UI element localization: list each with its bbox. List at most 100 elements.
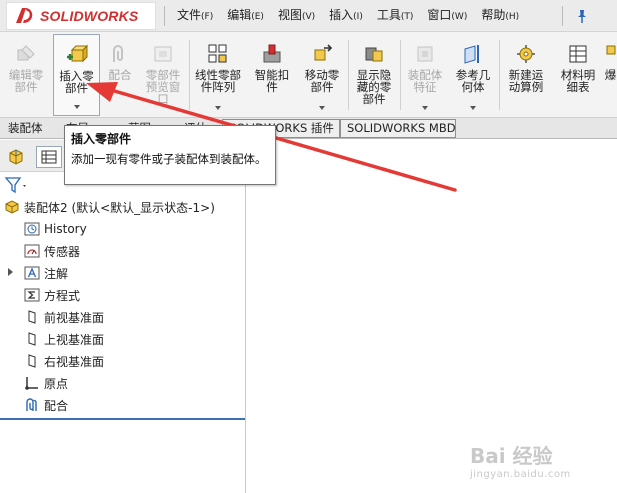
reference-geometry-button[interactable]: 参考几 何体 xyxy=(450,34,496,116)
assembly-features-button[interactable]: 装配体 特征 xyxy=(402,34,448,116)
chevron-down-icon[interactable] xyxy=(422,106,428,110)
watermark: Bai 经验 jingyan.baidu.com xyxy=(470,440,610,485)
tree-item-label: 原点 xyxy=(44,376,69,391)
ribbon-divider xyxy=(499,40,500,110)
ribbon-label: 配合 xyxy=(108,68,132,82)
ribbon-label: 零部件 预览窗 口 xyxy=(145,68,181,106)
new-motion-study-button[interactable]: 新建运 动算例 xyxy=(501,34,551,116)
tree-item-label: 方程式 xyxy=(44,288,81,303)
tree-item-label: History xyxy=(44,222,87,236)
property-manager-tab[interactable] xyxy=(36,146,62,168)
ribbon-divider xyxy=(348,40,349,110)
tab-assembly[interactable]: 装配体 xyxy=(2,119,49,138)
motion-study-icon xyxy=(517,45,535,63)
menu-view[interactable]: 视图(V) xyxy=(271,0,322,33)
menu-edit[interactable]: 编辑(E) xyxy=(220,0,271,33)
watermark-text: Bai 经验 xyxy=(470,444,553,468)
history-icon xyxy=(24,222,40,236)
menu-divider xyxy=(562,6,563,26)
menu-label: 插入 xyxy=(329,8,354,22)
move-component-icon xyxy=(314,44,333,61)
ribbon-label: 智能扣 件 xyxy=(254,68,290,94)
linear-pattern-icon xyxy=(208,44,227,63)
annotation-icon xyxy=(24,266,40,280)
mate-button[interactable]: 配合 xyxy=(103,34,137,116)
show-hidden-components-button[interactable]: 显示隐 藏的零 部件 xyxy=(350,34,398,116)
chevron-down-icon[interactable] xyxy=(215,106,221,110)
tree-item-label: 注解 xyxy=(44,266,69,281)
tree-item-label: 传感器 xyxy=(44,244,81,259)
feature-manager-tab[interactable] xyxy=(4,146,30,168)
exploded-view-button[interactable]: 爆 xyxy=(604,34,617,116)
move-component-button[interactable]: 移动零 部件 xyxy=(298,34,346,116)
chevron-down-icon[interactable] xyxy=(470,106,476,110)
tab-solidworks-mbd[interactable]: SOLIDWORKS MBD xyxy=(340,119,456,138)
edit-component-button[interactable]: 编辑零 部件 xyxy=(2,34,50,116)
tree-item-history[interactable]: History xyxy=(24,219,87,239)
tree-item-top-plane[interactable]: 上视基准面 xyxy=(24,329,104,349)
plane-icon xyxy=(28,354,36,368)
menu-label: 帮助 xyxy=(481,8,506,22)
ribbon-label: 参考几 何体 xyxy=(455,68,491,94)
logo-text: SOLIDWORKS xyxy=(40,8,139,24)
tree-item-annotations[interactable]: 注解 xyxy=(24,263,68,283)
plane-icon xyxy=(28,310,36,324)
ribbon-label: 爆 xyxy=(604,68,617,82)
menu-label: 视图 xyxy=(277,8,302,22)
tree-item-equations[interactable]: 方程式 xyxy=(24,285,80,305)
chevron-down-icon[interactable] xyxy=(73,105,80,109)
command-manager-ribbon: 编辑零 部件 插入零 部件 配合 零部件 预览窗 口 线性零部 件阵列 智能扣 … xyxy=(0,32,617,118)
ribbon-label: 显示隐 藏的零 部件 xyxy=(356,68,392,106)
tree-item-label: 上视基准面 xyxy=(44,332,105,347)
chevron-down-icon[interactable] xyxy=(319,106,325,110)
edit-component-icon xyxy=(17,45,35,61)
menu-accelerator: (F) xyxy=(201,12,214,22)
tree-root-assembly[interactable]: 装配体2 (默认<默认_显示状态-1>) xyxy=(4,197,215,217)
feature-manager-panel: 装配体2 (默认<默认_显示状态-1>) History 传感器 注解 方程式 … xyxy=(0,140,246,493)
menu-window[interactable]: 窗口(W) xyxy=(420,0,474,33)
linear-component-pattern-button[interactable]: 线性零部 件阵列 xyxy=(191,34,245,116)
ribbon-divider xyxy=(400,40,401,110)
component-preview-window-button[interactable]: 零部件 预览窗 口 xyxy=(139,34,187,116)
menu-insert[interactable]: 插入(I) xyxy=(322,0,370,33)
ribbon-label: 移动零 部件 xyxy=(304,68,340,94)
assembly-icon xyxy=(9,149,23,165)
show-hidden-icon xyxy=(365,47,383,62)
insert-component-tooltip: 插入零部件 添加一现有零件或子装配体到装配体。 xyxy=(64,125,276,185)
tree-item-mates[interactable]: 配合 xyxy=(24,395,68,415)
tree-item-origin[interactable]: 原点 xyxy=(24,373,68,393)
menu-label: 工具 xyxy=(376,8,401,22)
menu-bar: 文件(F) 编辑(E) 视图(V) 插入(I) 工具(T) 窗口(W) 帮助(H… xyxy=(170,0,526,32)
exploded-view-icon xyxy=(606,45,615,55)
filter-icon xyxy=(4,177,26,194)
solidworks-logo[interactable]: SOLIDWORKS xyxy=(6,2,156,30)
menu-file[interactable]: 文件(F) xyxy=(170,0,220,33)
smart-fasteners-button[interactable]: 智能扣 件 xyxy=(248,34,296,116)
tree-item-label: 前视基准面 xyxy=(44,310,105,325)
tooltip-title: 插入零部件 xyxy=(71,132,132,146)
menu-tools[interactable]: 工具(T) xyxy=(370,0,421,33)
menu-accelerator: (E) xyxy=(251,12,264,22)
filter-button[interactable] xyxy=(4,176,30,194)
tree-item-sensors[interactable]: 传感器 xyxy=(24,241,80,261)
panel-splitter[interactable] xyxy=(0,418,245,420)
tooltip-body: 添加一现有零件或子装配体到装配体。 xyxy=(71,152,267,166)
tree-item-front-plane[interactable]: 前视基准面 xyxy=(24,307,104,327)
tree-item-label: 右视基准面 xyxy=(44,354,105,369)
menu-label: 窗口 xyxy=(427,8,452,22)
tree-item-label: 配合 xyxy=(44,398,69,413)
ribbon-label: 新建运 动算例 xyxy=(508,68,544,94)
menu-help[interactable]: 帮助(H) xyxy=(474,0,526,33)
watermark-subtext: jingyan.baidu.com xyxy=(470,469,571,480)
expand-arrow-icon[interactable] xyxy=(8,268,13,276)
ribbon-label: 编辑零 部件 xyxy=(8,68,44,94)
menu-accelerator: (V) xyxy=(301,12,316,22)
menu-label: 编辑 xyxy=(227,8,252,22)
mate-icon xyxy=(113,45,123,62)
pin-icon[interactable] xyxy=(574,8,590,24)
insert-component-button[interactable]: 插入零 部件 xyxy=(53,34,100,116)
bill-of-materials-button[interactable]: 材料明 细表 xyxy=(554,34,602,116)
tree-item-right-plane[interactable]: 右视基准面 xyxy=(24,351,104,371)
ribbon-label: 材料明 细表 xyxy=(560,68,596,94)
menu-label: 文件 xyxy=(177,8,202,22)
